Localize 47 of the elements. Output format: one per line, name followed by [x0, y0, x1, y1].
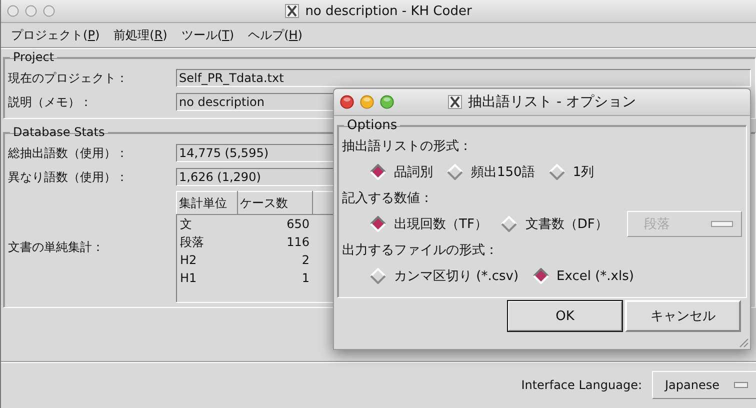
dropdown-indicator-icon	[734, 382, 748, 388]
menu-item[interactable]: プロジェクト(P)	[11, 26, 100, 44]
window-control-icon[interactable]	[360, 95, 374, 109]
section-label: 抽出語リストの形式：	[342, 138, 473, 156]
table-cell-text: 1	[300, 270, 310, 287]
table-cell: H2	[176, 251, 238, 269]
group-title: Database Stats	[12, 125, 106, 139]
radio-button[interactable]: カンマ区切り (*.csv)	[370, 267, 519, 285]
window-control-icon[interactable]	[340, 95, 354, 109]
table-cell: 段落	[176, 233, 238, 251]
section-label: 記入する数値：	[342, 190, 434, 208]
text-field[interactable]: Self_PR_Tdata.txt	[176, 69, 751, 87]
table-cell: H1	[176, 269, 238, 287]
column-header[interactable]: ケース数	[238, 192, 312, 214]
radio-button[interactable]: 頻出150語	[447, 163, 535, 181]
dialog-button[interactable]: OK	[507, 300, 623, 332]
field-label: 文書の単純集計：	[8, 238, 105, 256]
window-title: 抽出語リスト - オプション	[468, 93, 636, 111]
group-title: Project	[12, 50, 56, 64]
field-label: 総抽出語数（使用）：	[8, 144, 129, 162]
window-title: no description - KH Coder	[305, 4, 472, 18]
dialog-button[interactable]: キャンセル	[625, 300, 741, 332]
group-title: Options	[346, 118, 398, 133]
menu-item[interactable]: ヘルプ(H)	[248, 26, 302, 44]
dropdown-indicator-icon	[711, 221, 733, 227]
table-cell: 文	[176, 214, 238, 233]
field-label: Interface Language:	[521, 378, 642, 392]
field-label: 異なり語数（使用）：	[8, 168, 129, 186]
x-window-icon	[285, 4, 300, 18]
language-dropdown[interactable]: Japanese	[652, 371, 756, 399]
resize-grip-icon[interactable]	[737, 336, 749, 348]
radio-button[interactable]: 文書数（DF）	[501, 215, 608, 233]
menu-item[interactable]: ツール(T)	[181, 26, 234, 44]
field-label: 説明（メモ）：	[8, 94, 93, 110]
column-header[interactable]: 集計単位	[176, 192, 238, 214]
section-label: 出力するファイルの形式：	[342, 242, 499, 260]
x-window-icon	[448, 95, 462, 109]
field-label: 現在のプロジェクト：	[8, 70, 129, 86]
menu-item[interactable]: 前処理(R)	[114, 26, 168, 44]
radio-button[interactable]: 品詞別	[370, 163, 433, 181]
radio-button[interactable]: 出現回数（TF）	[370, 215, 488, 233]
table-cell-text: 2	[300, 252, 310, 269]
radio-button[interactable]: Excel (*.xls)	[532, 268, 634, 284]
window-control-icon[interactable]	[380, 95, 394, 109]
table-cell-text: 116	[286, 234, 310, 251]
table-cell: 650	[238, 214, 312, 233]
radio-button[interactable]: 1列	[548, 163, 594, 181]
